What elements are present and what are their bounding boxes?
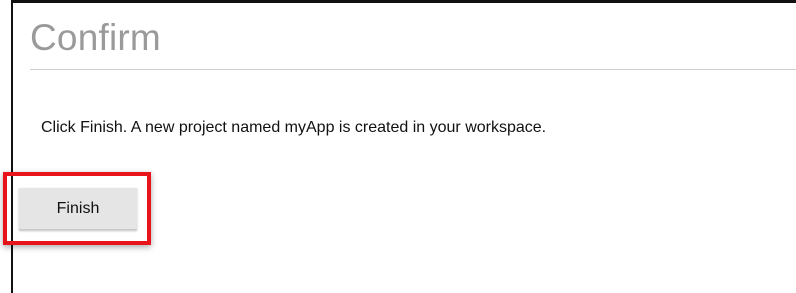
finish-button-label: Finish xyxy=(56,199,100,217)
title-divider xyxy=(30,69,796,70)
confirm-message: Click Finish. A new project named myApp … xyxy=(41,119,547,136)
confirm-page: Confirm Click Finish. A new project name… xyxy=(0,0,796,293)
page-title: Confirm xyxy=(30,17,161,58)
finish-button[interactable]: Finish xyxy=(19,188,137,230)
window-left-border xyxy=(11,0,13,293)
window-top-border xyxy=(11,0,796,3)
